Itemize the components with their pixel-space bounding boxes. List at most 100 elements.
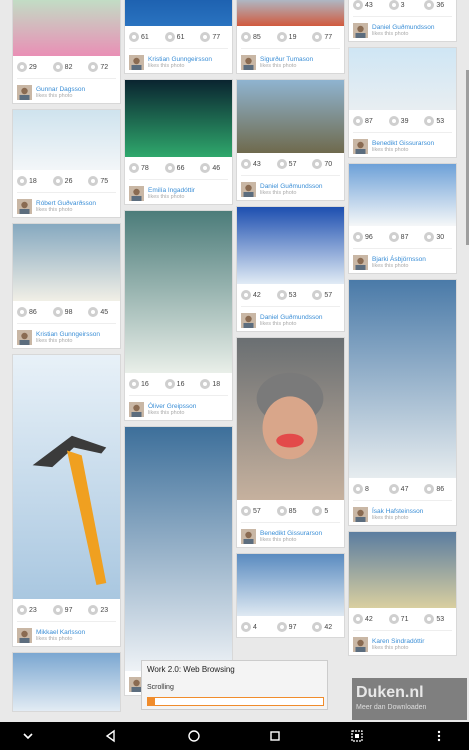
- photo-card[interactable]: 42 53 57 Daniel Guðmundsson likes this photo: [236, 206, 345, 332]
- photo[interactable]: [13, 110, 120, 170]
- likes[interactable]: 8: [353, 484, 385, 494]
- liked-by[interactable]: Sigurður Tumason likes this photo: [237, 49, 344, 73]
- views[interactable]: 98: [52, 307, 85, 317]
- photo-card[interactable]: 16 16 18 Óliver Greipsson likes this photo: [124, 210, 233, 421]
- liked-by[interactable]: Kristian Gunngeirsson likes this photo: [13, 324, 120, 348]
- photo[interactable]: [13, 653, 120, 711]
- avatar[interactable]: [241, 181, 256, 197]
- avatar[interactable]: [353, 636, 368, 652]
- avatar[interactable]: [353, 506, 368, 522]
- avatar[interactable]: [129, 185, 144, 201]
- liked-by[interactable]: Mikkael Karlsson likes this photo: [13, 622, 120, 646]
- views[interactable]: 97: [52, 605, 85, 615]
- user-name-link[interactable]: Sigurður Tumason: [260, 56, 313, 63]
- likes[interactable]: 85: [241, 32, 273, 42]
- comments[interactable]: 70: [312, 159, 344, 169]
- comments[interactable]: 36: [424, 0, 456, 10]
- comments[interactable]: 77: [312, 32, 344, 42]
- photo[interactable]: [13, 355, 120, 599]
- user-name-link[interactable]: Gunnar Dagsson: [36, 86, 85, 93]
- likes[interactable]: 4: [241, 622, 273, 632]
- likes[interactable]: 96: [353, 232, 385, 242]
- views[interactable]: 66: [164, 163, 197, 173]
- user-name-link[interactable]: Kristian Gunngeirsson: [148, 56, 212, 63]
- avatar[interactable]: [241, 312, 256, 328]
- likes[interactable]: 43: [241, 159, 273, 169]
- photo[interactable]: [237, 554, 344, 616]
- photo[interactable]: [125, 0, 232, 26]
- photo[interactable]: [349, 164, 456, 226]
- liked-by[interactable]: Benedikt Gissurarson likes this photo: [237, 523, 344, 547]
- photo-card[interactable]: 18 26 75 Róbert Guðvarðsson likes this photo: [12, 109, 121, 218]
- photo[interactable]: [125, 211, 232, 373]
- user-name-link[interactable]: Benedikt Gissurarson: [372, 140, 434, 147]
- likes[interactable]: 61: [129, 32, 161, 42]
- photo[interactable]: [125, 80, 232, 157]
- liked-by[interactable]: Ísak Hafsteinsson likes this photo: [349, 501, 456, 525]
- photo-card[interactable]: 42 71 53 Karen Sindradóttir likes this photo: [348, 531, 457, 656]
- comments[interactable]: 53: [424, 614, 456, 624]
- user-name-link[interactable]: Karen Sindradóttir: [372, 638, 424, 645]
- views[interactable]: 19: [276, 32, 309, 42]
- user-name-link[interactable]: Mikkael Karlsson: [36, 629, 85, 636]
- liked-by[interactable]: Karen Sindradóttir likes this photo: [349, 631, 456, 655]
- likes[interactable]: 78: [129, 163, 161, 173]
- comments[interactable]: 72: [88, 62, 120, 72]
- likes[interactable]: 57: [241, 506, 273, 516]
- photo[interactable]: [237, 338, 344, 500]
- views[interactable]: 26: [52, 176, 85, 186]
- photo[interactable]: [237, 207, 344, 284]
- views[interactable]: 87: [388, 232, 421, 242]
- likes[interactable]: 42: [241, 290, 273, 300]
- avatar[interactable]: [129, 401, 144, 417]
- liked-by[interactable]: Daniel Guðmundsson likes this photo: [237, 176, 344, 200]
- avatar[interactable]: [129, 54, 144, 70]
- likes[interactable]: 23: [17, 605, 49, 615]
- comments[interactable]: 5: [312, 506, 344, 516]
- liked-by[interactable]: Róbert Guðvarðsson likes this photo: [13, 193, 120, 217]
- screenshot-icon[interactable]: [349, 728, 365, 744]
- views[interactable]: 57: [276, 159, 309, 169]
- likes[interactable]: 18: [17, 176, 49, 186]
- liked-by[interactable]: Gunnar Dagsson likes this photo: [13, 79, 120, 103]
- photo-card[interactable]: 78 66 46 Emilía Ingadóttir likes this photo: [124, 79, 233, 205]
- home-icon[interactable]: [186, 728, 202, 744]
- photo-card[interactable]: 85 19 77 Sigurður Tumason likes this photo: [236, 0, 345, 74]
- photo-card[interactable]: 96 87 30 Bjarki Ásbjörnsson likes this photo: [348, 163, 457, 274]
- views[interactable]: 82: [52, 62, 85, 72]
- liked-by[interactable]: Kristian Gunngeirsson likes this photo: [125, 49, 232, 73]
- comments[interactable]: 86: [424, 484, 456, 494]
- back-icon[interactable]: [103, 728, 119, 744]
- photo-card[interactable]: 43 3 36 Daniel Guðmundsson likes this photo: [348, 0, 457, 42]
- user-name-link[interactable]: Emilía Ingadóttir: [148, 187, 195, 194]
- user-name-link[interactable]: Daniel Guðmundsson: [372, 24, 435, 31]
- user-name-link[interactable]: Ísak Hafsteinsson: [372, 508, 423, 515]
- photo[interactable]: [125, 427, 232, 671]
- photo-card[interactable]: 23 97 23 Mikkael Karlsson likes this photo: [12, 354, 121, 647]
- user-name-link[interactable]: Daniel Guðmundsson: [260, 183, 323, 190]
- more-icon[interactable]: [431, 728, 447, 744]
- user-name-link[interactable]: Kristian Gunngeirsson: [36, 331, 100, 338]
- avatar[interactable]: [353, 22, 368, 38]
- photo[interactable]: [13, 224, 120, 301]
- photo[interactable]: [237, 80, 344, 153]
- liked-by[interactable]: Benedikt Gissurarson likes this photo: [349, 133, 456, 157]
- avatar[interactable]: [353, 254, 368, 270]
- avatar[interactable]: [17, 329, 32, 345]
- comments[interactable]: 53: [424, 116, 456, 126]
- photo[interactable]: [13, 0, 120, 56]
- comments[interactable]: 42: [312, 622, 344, 632]
- photo[interactable]: [349, 532, 456, 608]
- comments[interactable]: 30: [424, 232, 456, 242]
- liked-by[interactable]: Óliver Greipsson likes this photo: [125, 396, 232, 420]
- photo-card[interactable]: 4 97 42: [236, 553, 345, 638]
- liked-by[interactable]: Bjarki Ásbjörnsson likes this photo: [349, 249, 456, 273]
- photo-card[interactable]: [12, 652, 121, 712]
- views[interactable]: 39: [388, 116, 421, 126]
- comments[interactable]: 18: [200, 379, 232, 389]
- photo-card[interactable]: 43 57 70 Daniel Guðmundsson likes this photo: [236, 79, 345, 201]
- photo-card[interactable]: 86 98 45 Kristian Gunngeirsson likes this ph…: [12, 223, 121, 349]
- likes[interactable]: 42: [353, 614, 385, 624]
- liked-by[interactable]: Daniel Guðmundsson likes this photo: [237, 307, 344, 331]
- user-name-link[interactable]: Bjarki Ásbjörnsson: [372, 256, 426, 263]
